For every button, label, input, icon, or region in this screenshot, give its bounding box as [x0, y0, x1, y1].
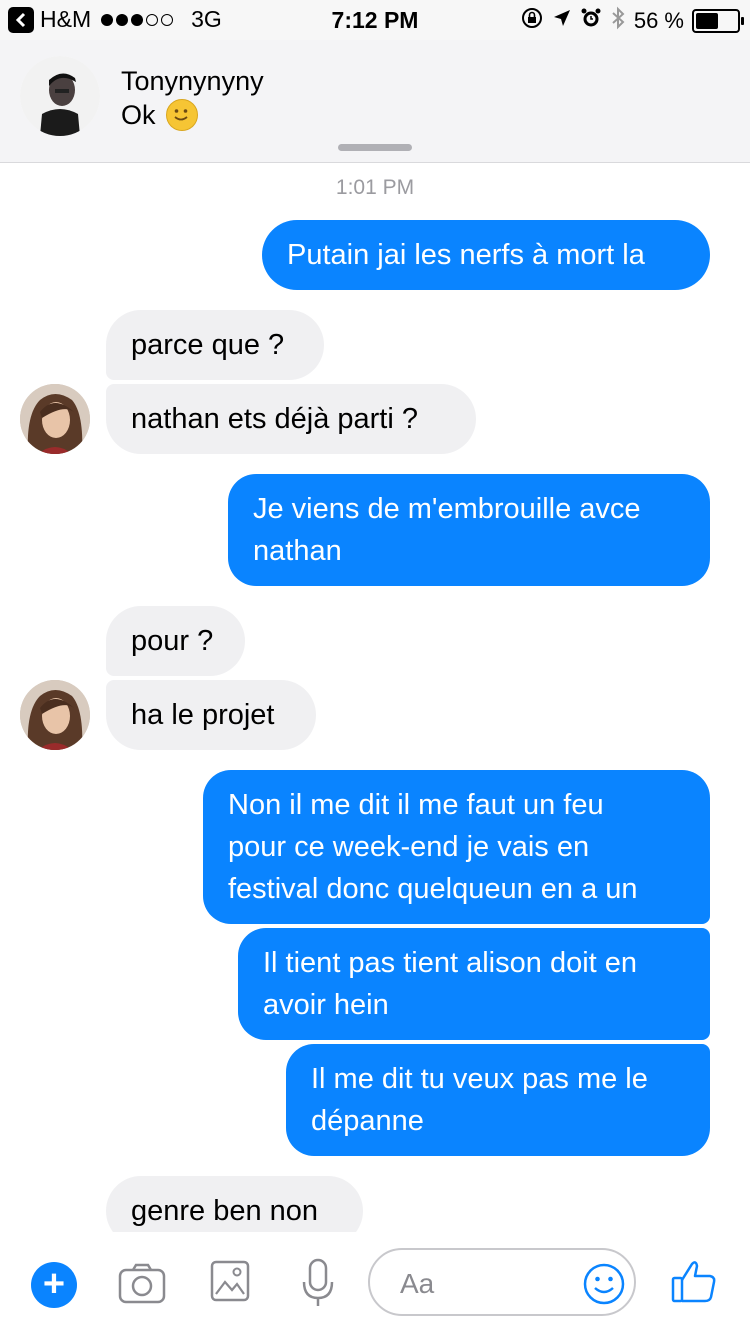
message-text-line: dépanne [311, 1105, 424, 1137]
status-bar: H&M 3G 7:12 PM 56 % [0, 0, 750, 40]
contact-status: Ok [121, 99, 198, 131]
message-text: ha le projet [131, 699, 275, 731]
camera-icon[interactable] [118, 1262, 166, 1309]
message-text: Putain jai les nerfs à mort la [287, 239, 645, 271]
message-composer: + Aa [0, 1232, 750, 1334]
outgoing-message[interactable]: Putain jai les nerfs à mort la [262, 220, 710, 290]
sender-avatar[interactable] [20, 680, 90, 750]
contact-avatar[interactable] [20, 56, 100, 136]
incoming-message[interactable]: pour ? [106, 606, 245, 676]
incoming-message[interactable]: ha le projet [106, 680, 316, 750]
message-text-line: festival donc quelqueun en a un [228, 873, 638, 905]
message-text-line: nathan [253, 535, 342, 567]
outgoing-message[interactable]: Je viens de m'embrouille avce nathan [228, 474, 710, 586]
message-text-line: Il me dit tu veux pas me le [311, 1063, 648, 1095]
battery-icon [692, 9, 744, 33]
contact-name: Tonynynyny [121, 66, 264, 96]
contact-status-text: Ok [121, 99, 156, 130]
message-input[interactable]: Aa [368, 1248, 636, 1316]
message-text-line: pour ce week-end je vais en [228, 831, 590, 863]
outgoing-message[interactable]: Non il me dit il me faut un feu pour ce … [203, 770, 710, 924]
conversation-header[interactable]: Tonynynyny Ok [0, 40, 750, 163]
location-icon [552, 8, 572, 34]
bluetooth-icon [610, 6, 626, 36]
plus-icon[interactable]: + [31, 1262, 77, 1308]
emoji-icon[interactable] [582, 1262, 626, 1311]
microphone-icon[interactable] [300, 1258, 336, 1313]
message-text-line: Il tient pas tient alison doit en [263, 947, 638, 979]
message-timestamp: 1:01 PM [335, 176, 415, 199]
message-text: nathan ets déjà parti ? [131, 403, 418, 435]
alarm-lock-icon [520, 6, 544, 36]
alarm-icon [580, 7, 602, 35]
photo-icon[interactable] [210, 1260, 250, 1307]
outgoing-message[interactable]: Il tient pas tient alison doit en avoir … [238, 928, 710, 1040]
message-input-placeholder: Aa [400, 1268, 435, 1299]
thumbs-up-icon[interactable] [670, 1258, 718, 1309]
sender-avatar[interactable] [20, 384, 90, 454]
message-text: parce que ? [131, 329, 285, 361]
message-text: genre ben non [131, 1195, 319, 1227]
message-text-line: Non il me dit il me faut un feu [228, 789, 604, 821]
incoming-message[interactable]: nathan ets déjà parti ? [106, 384, 476, 454]
message-text-line: Je viens de m'embrouille avce [253, 493, 641, 525]
message-text: pour ? [131, 625, 214, 657]
pull-handle[interactable] [338, 144, 412, 151]
battery-percentage: 56 % [633, 8, 684, 33]
outgoing-message[interactable]: Il me dit tu veux pas me le dépanne [286, 1044, 710, 1156]
smile-emoji-icon [165, 99, 198, 131]
message-text-line: avoir hein [263, 989, 389, 1021]
incoming-message[interactable]: parce que ? [106, 310, 324, 380]
